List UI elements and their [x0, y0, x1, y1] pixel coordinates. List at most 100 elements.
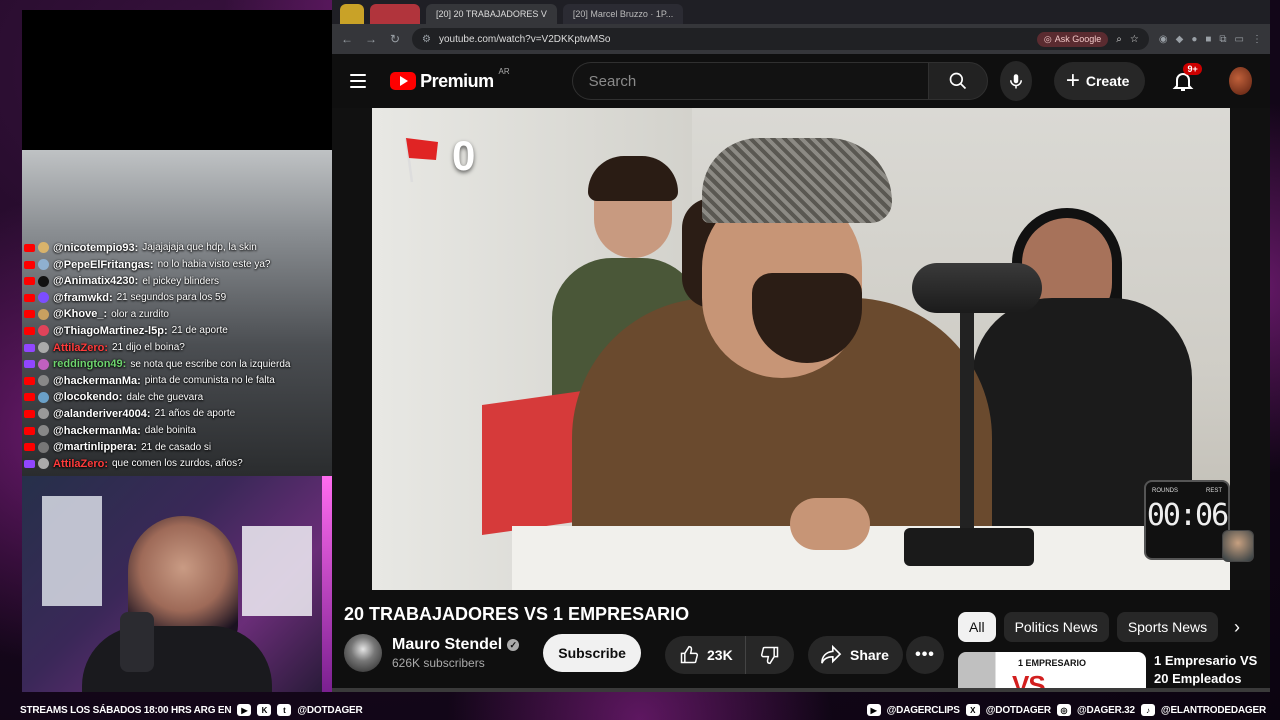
thumbs-down-icon: [760, 646, 778, 665]
chat-message: @framwkd: 21 segundos para los 59: [22, 289, 332, 306]
video-scene-hand: [790, 498, 870, 550]
chat-text: 21 años de aporte: [154, 408, 236, 420]
youtube-icon: [24, 426, 35, 435]
create-label: Create: [1085, 73, 1130, 89]
youtube-icon: [24, 260, 35, 269]
more-actions-button[interactable]: •••: [906, 636, 944, 674]
like-button[interactable]: 23K: [665, 636, 746, 674]
timer-label-left: ROUNDS: [1152, 488, 1179, 494]
browser-tab-3[interactable]: [20] 20 TRABAJADORES V: [426, 4, 557, 24]
chat-text: el pickey blinders: [142, 275, 220, 287]
stream-chat: @nicotempio93: Jajajajaja que hdp, la ski…: [22, 150, 332, 476]
recommended-title[interactable]: 1 Empresario VS 20 Empleados: [1154, 652, 1266, 688]
chat-avatar: [38, 259, 49, 271]
youtube-play-icon: [390, 72, 417, 90]
extension-icon[interactable]: ■: [1205, 34, 1211, 45]
chat-username: @ThiagoMartinez-l5p:: [53, 324, 168, 337]
youtube-icon: ▶: [866, 704, 881, 716]
youtube-icon: [24, 310, 35, 319]
extension-icon[interactable]: ◉: [1159, 34, 1168, 45]
search-button[interactable]: [927, 62, 988, 100]
chat-username: @hackermanMa:: [53, 374, 141, 387]
youtube-logo[interactable]: Premium AR: [390, 67, 510, 92]
ask-google-button[interactable]: ◎ Ask Google: [1036, 31, 1109, 47]
chat-text: pinta de comunista no le falta: [144, 375, 275, 387]
twitch-icon: t: [277, 704, 292, 716]
chat-message: @nicotempio93: Jajajajaja que hdp, la ski…: [22, 240, 332, 257]
chat-text: que comen los zurdos, años?: [112, 458, 243, 470]
extension-icon[interactable]: ◆: [1176, 34, 1184, 45]
chat-text: 21 de aporte: [171, 325, 228, 337]
chat-message: @hackermanMa: pinta de comunista no le fa…: [22, 372, 332, 389]
reload-icon[interactable]: ↻: [388, 32, 402, 46]
extension-icon[interactable]: ●: [1191, 34, 1197, 45]
chat-text: 21 de casado si: [141, 441, 212, 453]
chat-message: @ThiagoMartinez-l5p: 21 de aporte: [22, 323, 332, 340]
chat-message: @Animatix4230: el pickey blinders: [22, 273, 332, 290]
chat-text: se nota que escribe con la izquierda: [130, 358, 291, 370]
video-title: 20 TRABAJADORES VS 1 EMPRESARIO: [344, 604, 690, 624]
channel-avatar[interactable]: [344, 634, 382, 672]
site-info-icon[interactable]: ⚙: [422, 34, 431, 45]
zoom-icon[interactable]: ⌕: [1116, 34, 1122, 45]
horizontal-scrollbar[interactable]: [332, 688, 1270, 692]
chat-message: @PepeElFritangas: no lo habia visto este …: [22, 256, 332, 273]
banner-handle-tiktok: @ELANTRODEDAGER: [1160, 704, 1266, 716]
sidebar-icon[interactable]: ▭: [1235, 34, 1244, 45]
channel-name[interactable]: Mauro Stendel: [392, 636, 502, 654]
chat-message-list: @nicotempio93: Jajajajaja que hdp, la ski…: [22, 240, 332, 472]
chat-username: @Khove_:: [53, 308, 108, 321]
channel-watermark[interactable]: [1222, 530, 1254, 562]
hamburger-menu-icon[interactable]: [350, 74, 367, 88]
like-count: 23K: [707, 647, 733, 663]
webcam-light: [322, 476, 332, 692]
chat-text: no lo habia visto este ya?: [157, 259, 271, 271]
chat-text: 21 dijo el boina?: [112, 342, 185, 354]
tiktok-icon: ♪: [1140, 704, 1155, 716]
recommended-thumbnail[interactable]: 1 EMPRESARIO VS: [958, 652, 1146, 692]
chat-message: @locokendo: dale che guevara: [22, 389, 332, 406]
chip-all[interactable]: All: [958, 612, 996, 642]
chevron-right-icon[interactable]: ›: [1224, 614, 1250, 640]
dislike-button[interactable]: [746, 636, 794, 674]
puzzle-icon[interactable]: ⧉: [1219, 34, 1226, 45]
back-icon[interactable]: ←: [340, 32, 354, 46]
voice-search-button[interactable]: [999, 61, 1032, 101]
browser-tab-4[interactable]: [20] Marcel Bruzzo · 1P...: [562, 4, 684, 24]
chip-sports-news[interactable]: Sports News: [1116, 612, 1219, 642]
stream-empty-panel: [22, 10, 332, 150]
video-player[interactable]: ROUNDS REST 00:06 0: [332, 108, 1270, 590]
notifications-button[interactable]: 9+: [1171, 63, 1202, 93]
chat-avatar: [38, 391, 49, 403]
browser-tab-2[interactable]: [370, 4, 420, 24]
tab-strip: [20] 20 TRABAJADORES V [20] Marcel Bruzz…: [332, 0, 1270, 24]
chat-avatar: [38, 242, 49, 254]
chat-username: @alanderiver4004:: [53, 407, 151, 420]
chat-avatar: [38, 358, 49, 370]
verified-check-icon: ✓: [507, 639, 520, 651]
x-icon: X: [965, 704, 980, 716]
chat-text: olor a zurdito: [111, 308, 169, 320]
chip-politics-news[interactable]: Politics News: [1003, 612, 1109, 642]
youtube-icon: [24, 376, 35, 385]
subscribe-button[interactable]: Subscribe: [543, 634, 641, 672]
channel-name-row[interactable]: Mauro Stendel ✓: [392, 636, 520, 654]
chat-text: Jajajajaja que hdp, la skin: [142, 242, 257, 254]
recommendation-chips: All Politics News Sports News: [958, 612, 1219, 642]
forward-icon[interactable]: →: [364, 32, 378, 46]
account-avatar[interactable]: [1229, 67, 1252, 95]
banner-handle-youtube: @DAGERCLIPS: [886, 704, 960, 716]
url-text[interactable]: youtube.com/watch?v=V2DKKptwMSo: [439, 34, 1029, 45]
browser-tab-1[interactable]: [340, 4, 364, 24]
video-frame[interactable]: ROUNDS REST 00:06 0: [372, 108, 1230, 590]
share-button[interactable]: Share: [808, 636, 903, 674]
address-bar[interactable]: ⚙ youtube.com/watch?v=V2DKKptwMSo ◎ Ask …: [412, 28, 1149, 50]
chat-avatar: [38, 375, 49, 387]
menu-dots-icon[interactable]: ⋮: [1252, 34, 1262, 45]
youtube-icon: [24, 277, 35, 286]
bookmark-star-icon[interactable]: ☆: [1130, 34, 1139, 45]
extension-icons: ◉ ◆ ● ■ ⧉ ▭ ⋮: [1159, 34, 1262, 45]
create-button[interactable]: + Create: [1053, 62, 1146, 100]
instagram-icon: ◎: [1056, 704, 1071, 716]
search-input[interactable]: [571, 62, 928, 100]
